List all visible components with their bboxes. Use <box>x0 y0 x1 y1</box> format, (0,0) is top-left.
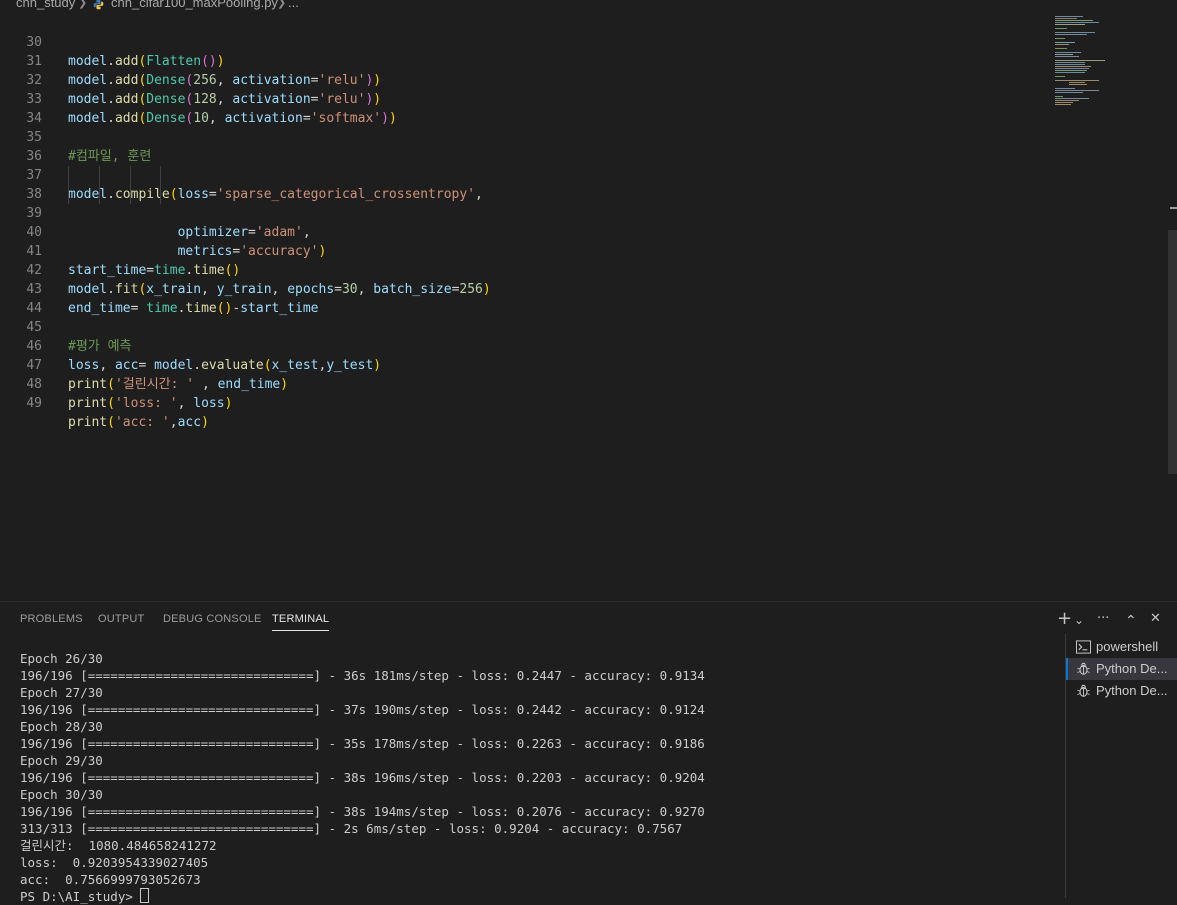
python-file-icon <box>93 0 104 10</box>
panel-tabs: PROBLEMS OUTPUT DEBUG CONSOLE TERMINAL <box>0 602 1060 636</box>
code-line: 47 print('걸린시간: ' , end_time) <box>0 337 1000 392</box>
breadcrumb: cnn_study ❯ cnn_cifar100_maxPooling.py ❯… <box>0 0 1177 12</box>
code-line: 38 optimizer='adam', <box>0 166 1000 240</box>
code-line: 39 metrics='accuracy') <box>0 185 1000 259</box>
terminal-line: acc: 0.7566999793052673 <box>20 872 201 887</box>
terminal-item-label: Python De... <box>1096 661 1168 676</box>
code-line: 30 model.add(Flatten()) <box>0 14 1000 69</box>
code-line: 33 model.add(Dense(10, activation='softm… <box>0 71 1000 126</box>
terminal-icon <box>1076 640 1091 654</box>
line-code: print('acc: ',acc) <box>68 415 209 430</box>
code-line: 45 #평가 예측 <box>0 299 1000 354</box>
terminal-item-label: Python De... <box>1096 683 1168 698</box>
add-terminal-icon[interactable]: + <box>1057 608 1072 630</box>
chevron-right-icon: ❯ <box>277 0 287 9</box>
chevron-right-icon: ❯ <box>78 0 88 9</box>
close-panel-icon[interactable]: ✕ <box>1150 608 1161 630</box>
bottom-panel: PROBLEMS OUTPUT DEBUG CONSOLE TERMINAL +… <box>0 601 1177 904</box>
breadcrumb-more[interactable]: ... <box>288 0 299 9</box>
scrollbar-thumb[interactable] <box>1168 230 1177 474</box>
terminal-line: 196/196 [==============================]… <box>20 736 705 751</box>
panel-actions: + ⌄ ··· ⌃ ✕ <box>1057 608 1177 632</box>
debug-icon <box>1077 662 1090 675</box>
scrollbar-cursor-marker <box>1170 207 1177 209</box>
tab-debug-console[interactable]: DEBUG CONSOLE <box>163 613 262 625</box>
terminal-line: 196/196 [==============================]… <box>20 668 705 683</box>
terminal-list: powershell Python De... Python De... <box>1065 634 1177 898</box>
terminal-line: 196/196 [==============================]… <box>20 804 705 819</box>
code-line: 40 <box>0 204 1000 240</box>
code-line: 46 loss, acc= model.evaluate(x_test,y_te… <box>0 318 1000 373</box>
terminal-line: 걸린시간: 1080.484658241272 <box>20 838 217 853</box>
terminal-item-powershell[interactable]: powershell <box>1066 636 1177 658</box>
line-number: 49 <box>26 396 42 411</box>
code-line: 31 model.add(Dense(256, activation='relu… <box>0 33 1000 88</box>
minimap[interactable] <box>1053 14 1153 114</box>
tab-terminal[interactable]: TERMINAL <box>272 613 330 631</box>
terminal-cursor <box>140 888 150 903</box>
terminal-item-python-debug[interactable]: Python De... <box>1066 680 1177 702</box>
code-line: 41 start_time=time.time() <box>0 223 1000 278</box>
terminal-line: Epoch 30/30 <box>20 787 103 802</box>
editor-scrollbar[interactable] <box>1168 14 1177 600</box>
terminal-item-label: powershell <box>1096 639 1159 654</box>
code-line: 36 <box>0 128 1000 164</box>
code-editor[interactable]: 30 model.add(Flatten()) 31 model.add(Den… <box>0 14 1168 600</box>
code-line: 42 model.fit(x_train, y_train, epochs=30… <box>0 242 1000 297</box>
more-actions-icon[interactable]: ··· <box>1097 608 1109 630</box>
chevron-down-icon[interactable]: ⌄ <box>1074 609 1084 631</box>
terminal-line: Epoch 26/30 <box>20 651 103 666</box>
terminal-output[interactable]: Epoch 26/30 196/196 [===================… <box>20 650 1060 905</box>
code-line: 34 <box>0 90 1000 126</box>
breadcrumb-folder[interactable]: cnn_study <box>16 0 75 9</box>
code-line: 49 print('acc: ',acc) <box>0 375 1000 430</box>
breadcrumb-file[interactable]: cnn_cifar100_maxPooling.py <box>111 0 278 9</box>
code-line: 43 end_time= time.time()-start_time <box>0 261 1000 316</box>
terminal-line: 313/313 [==============================]… <box>20 821 683 836</box>
code-line: 48 print('loss: ', loss) <box>0 356 1000 411</box>
code-line: 44 <box>0 280 1000 316</box>
tab-problems[interactable]: PROBLEMS <box>20 613 83 625</box>
line-code: print('loss: ', loss) <box>68 396 233 411</box>
code-line: 37 model.compile(loss='sparse_categorica… <box>0 147 1000 202</box>
terminal-line: Epoch 27/30 <box>20 685 103 700</box>
code-line: 32 model.add(Dense(128, activation='relu… <box>0 52 1000 107</box>
terminal-line: 196/196 [==============================]… <box>20 702 705 717</box>
terminal-line: Epoch 28/30 <box>20 719 103 734</box>
terminal-line: Epoch 29/30 <box>20 753 103 768</box>
terminal-line: 196/196 [==============================]… <box>20 770 705 785</box>
terminal-item-python-debug[interactable]: Python De... <box>1066 658 1177 680</box>
tab-output[interactable]: OUTPUT <box>98 613 144 625</box>
code-line: 35 #컴파일, 훈련 <box>0 109 1000 164</box>
maximize-panel-icon[interactable]: ⌃ <box>1125 610 1137 632</box>
debug-icon <box>1077 684 1090 697</box>
terminal-line: loss: 0.9203954339027405 <box>20 855 209 870</box>
